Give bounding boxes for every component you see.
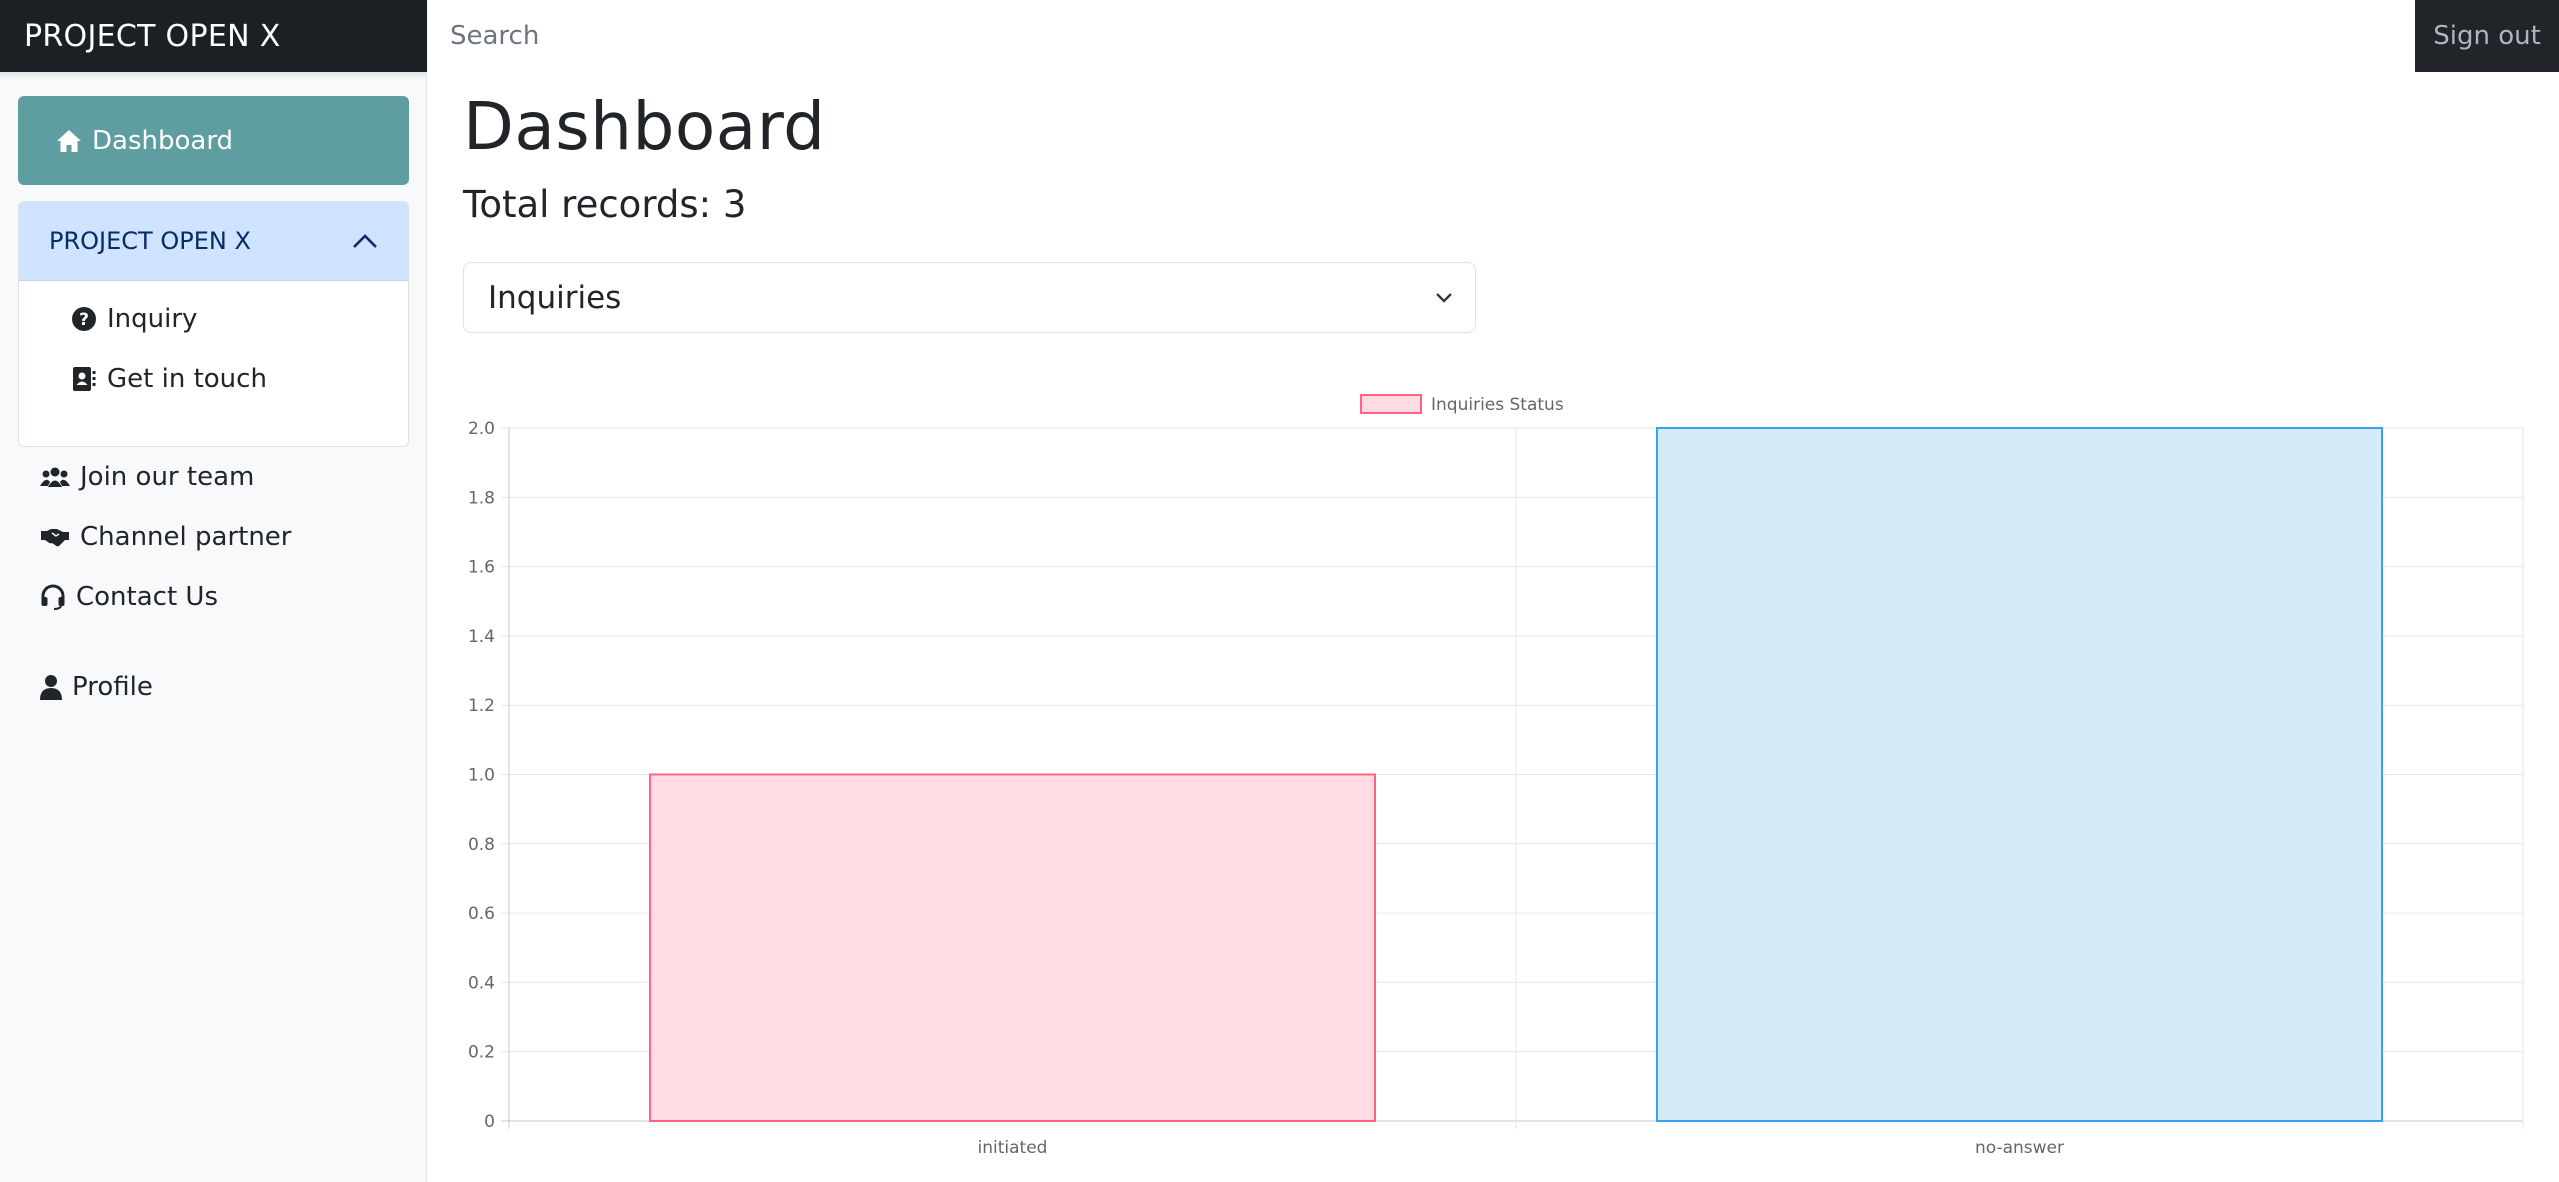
bar-no-answer	[1655, 427, 2384, 1122]
sidebar-item-contact-us[interactable]: Contact Us	[40, 582, 218, 612]
headset-icon	[41, 584, 65, 610]
sidebar-item-channel-partner[interactable]: Channel partner	[40, 522, 292, 552]
sidebar-item-label: Join our team	[80, 462, 255, 492]
users-icon	[40, 467, 70, 487]
page-title: Dashboard	[463, 88, 826, 165]
svg-text:?: ?	[79, 310, 89, 330]
sidebar: Dashboard PROJECT OPEN X ? Inquiry Get i…	[0, 72, 427, 1182]
y-tick-label: 0.4	[468, 973, 495, 993]
inquiries-status-chart: 0 0.2 0.4 0.6 0.8 1.0 1.2 1.4 1.6 1.8 2.0 initiated…	[468, 394, 2524, 1158]
accordion-header[interactable]: PROJECT OPEN X	[19, 202, 408, 281]
y-tick-label: 1.2	[468, 696, 495, 716]
contact-book-icon	[73, 367, 96, 391]
y-tick-label: 1.6	[468, 558, 495, 578]
sidebar-item-label: Inquiry	[107, 304, 198, 334]
select-value: Inquiries	[488, 279, 622, 316]
sign-out-button[interactable]: Sign out	[2415, 0, 2559, 72]
search-input[interactable]	[427, 0, 2415, 72]
y-tick-label: 2.0	[468, 419, 495, 439]
x-tick-label: no-answer	[1975, 1138, 2064, 1158]
sidebar-item-join-our-team[interactable]: Join our team	[40, 462, 254, 492]
legend-label: Inquiries Status	[1431, 395, 1564, 415]
chevron-down-icon	[1436, 292, 1452, 303]
home-icon	[57, 129, 81, 152]
y-tick-label: 1.4	[468, 627, 495, 647]
y-tick-label: 0.2	[468, 1043, 495, 1063]
sidebar-item-label: Dashboard	[92, 125, 234, 156]
question-circle-icon: ?	[72, 307, 96, 331]
sidebar-item-label: Get in touch	[107, 364, 267, 394]
sidebar-item-inquiry[interactable]: ? Inquiry	[71, 304, 197, 334]
y-tick-label: 1.8	[468, 488, 495, 508]
bar-initiated	[648, 773, 1377, 1122]
sidebar-item-get-in-touch[interactable]: Get in touch	[71, 364, 267, 394]
brand-logo[interactable]: PROJECT OPEN X	[0, 0, 427, 72]
sidebar-item-dashboard[interactable]: Dashboard	[18, 96, 409, 185]
top-navbar: PROJECT OPEN X Sign out	[0, 0, 2559, 72]
handshake-icon	[41, 529, 69, 547]
y-tick-label: 1.0	[468, 766, 495, 786]
dataset-select[interactable]: Inquiries	[463, 262, 1476, 333]
accordion-title: PROJECT OPEN X	[49, 227, 251, 255]
sidebar-item-label: Contact Us	[76, 582, 218, 612]
total-records-text: Total records: 3	[463, 183, 747, 226]
legend-swatch	[1360, 394, 1422, 414]
x-tick-label: initiated	[978, 1138, 1048, 1158]
y-tick-label: 0.8	[468, 835, 495, 855]
sidebar-item-label: Profile	[72, 672, 153, 702]
chevron-up-icon	[353, 234, 377, 248]
project-accordion: PROJECT OPEN X ? Inquiry Get in touch	[18, 201, 409, 447]
y-tick-label: 0.6	[468, 904, 495, 924]
y-tick-label: 0	[484, 1112, 495, 1132]
sidebar-item-label: Channel partner	[80, 522, 292, 552]
user-icon	[40, 675, 62, 700]
sidebar-item-profile[interactable]: Profile	[40, 672, 153, 702]
